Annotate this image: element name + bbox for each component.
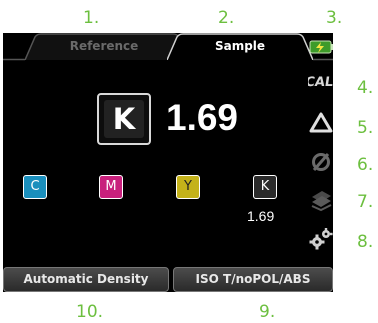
gear-icon-graphic [309,228,333,250]
cal-icon-text: CAL [308,75,333,90]
callout-10: 10. [76,302,104,322]
callout-1: 1. [83,8,100,28]
layers-icon-graphic [311,191,332,212]
callout-2: 2. [218,8,235,28]
battery-charging-icon [309,40,333,54]
no-filter-icon-graphic [312,153,330,171]
layers-icon[interactable] [308,188,333,212]
delta-icon-graphic [309,112,333,133]
callout-4: 4. [357,78,374,98]
callout-8: 8. [357,232,374,252]
channel-magenta[interactable]: M [99,175,123,199]
measurement-standard-button[interactable]: ISO T/noPOL/ABS [173,267,333,292]
tab-sample-label: Sample [214,39,266,53]
channel-black-value: 1.69 [247,208,275,224]
cal-icon[interactable]: CAL [304,69,333,93]
main-channel-label: K [104,100,144,138]
main-density-value: 1.69 [166,97,239,138]
channel-black[interactable]: K [253,175,277,199]
callout-5: 5. [357,118,374,138]
tab-reference-label: Reference [69,39,139,53]
tab-reference[interactable]: Reference [25,33,183,60]
main-channel-box: K [97,93,151,145]
channel-yellow[interactable]: Y [176,175,200,199]
device-screen: Reference Sample K 1.69 C M Y K 1.69 CAL [3,33,333,292]
callout-6: 6. [357,155,374,175]
delta-icon[interactable] [308,111,333,135]
callout-9: 9. [259,302,276,322]
density-mode-button[interactable]: Automatic Density [3,267,169,292]
cal-icon-graphic: CAL [304,75,333,90]
tab-sample[interactable]: Sample [167,33,313,60]
channel-cyan[interactable]: C [23,175,47,199]
tab-baseline [3,58,333,61]
callout-3: 3. [326,8,343,28]
no-filter-icon[interactable] [308,150,333,174]
gear-icon[interactable] [308,227,333,251]
callout-7: 7. [357,192,374,212]
